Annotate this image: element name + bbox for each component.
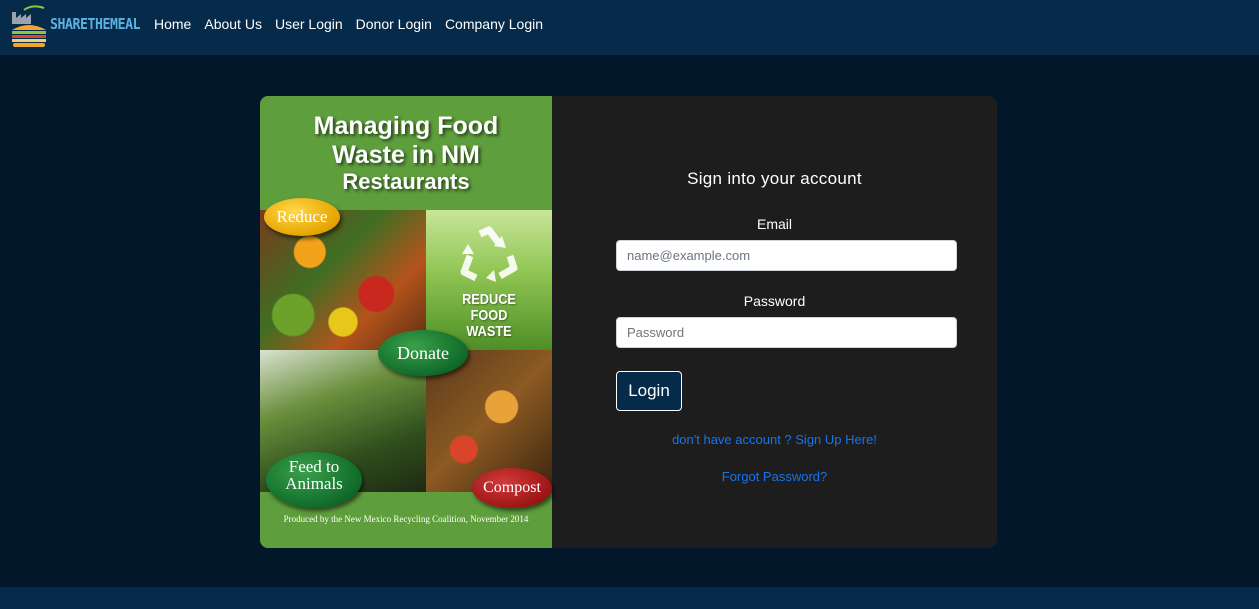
badge-feed-to-animals: Feed to Animals [266,452,362,508]
brand-name[interactable]: SHARETHEMEAL [50,15,141,33]
badge-donate: Donate [378,330,468,376]
poster-title-line1: Managing Food [313,112,499,140]
signup-link[interactable]: don't have account ? Sign Up Here! [552,432,997,447]
poster-title-line2: Waste in NM [332,141,480,169]
poster-title-line3: Restaurants [342,169,470,194]
poster-credit: Produced by the New Mexico Recycling Coa… [283,514,529,524]
logo-icon[interactable] [10,4,48,48]
login-form: Sign into your account Email Password Lo… [552,96,997,548]
login-button[interactable]: Login [616,371,682,411]
recycle-icon [460,226,518,282]
reduce-food-waste-text: REDUCE FOOD WASTE [462,291,516,340]
nav-user-login[interactable]: User Login [275,16,343,32]
badge-reduce: Reduce [264,198,340,236]
nav-donor-login[interactable]: Donor Login [356,16,432,32]
navbar: SHARETHEMEAL Home About Us User Login Do… [0,0,1259,55]
nav-company-login[interactable]: Company Login [445,16,543,32]
poster-title: Managing Food Waste in NM Restaurants [260,112,552,194]
nav-links: Home About Us User Login Donor Login Com… [154,16,556,32]
password-field[interactable] [616,317,957,348]
email-field[interactable] [616,240,957,271]
email-label: Email [756,216,792,232]
password-label: Password [743,293,806,309]
login-card: Managing Food Waste in NM Restaurants RE… [260,96,997,548]
badge-compost: Compost [472,468,552,508]
nav-home[interactable]: Home [154,16,191,32]
forgot-password-link[interactable]: Forgot Password? [552,469,997,484]
form-title: Sign into your account [687,169,862,188]
nav-about-us[interactable]: About Us [204,16,262,32]
footer-bar [0,587,1259,609]
poster-image: Managing Food Waste in NM Restaurants RE… [260,96,552,548]
